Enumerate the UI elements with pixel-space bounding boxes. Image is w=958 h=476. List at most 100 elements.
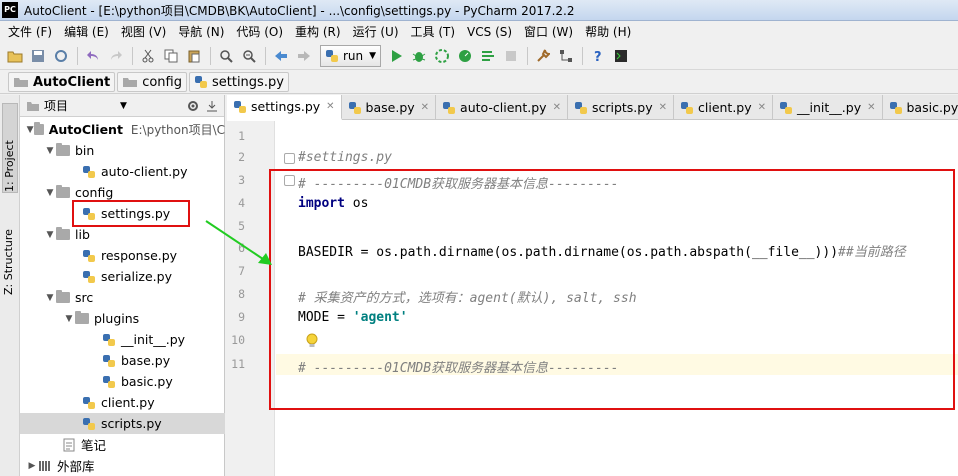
run-icon[interactable] bbox=[385, 45, 407, 67]
cut-icon[interactable] bbox=[137, 45, 159, 67]
tree-item-external-libraries[interactable]: ▶ 外部库 bbox=[20, 455, 225, 476]
tab-basic-py[interactable]: basic.py ✕ bbox=[883, 95, 958, 120]
menu-view[interactable]: 视图 (V) bbox=[115, 23, 172, 40]
tree-root-autoclient[interactable]: ▼ AutoClient E:\python项目\C bbox=[20, 119, 225, 140]
code-editor[interactable]: #settings.py # ---------01CMDB获取服务器基本信息-… bbox=[276, 121, 958, 476]
tree-item-bin[interactable]: ▼ bin bbox=[20, 140, 225, 161]
tab-settings-py[interactable]: settings.py ✕ bbox=[227, 95, 342, 120]
breadcrumb-config[interactable]: config bbox=[117, 72, 187, 92]
profile-icon[interactable] bbox=[454, 45, 476, 67]
forward-icon[interactable] bbox=[293, 45, 315, 67]
fold-marker-icon[interactable] bbox=[284, 153, 295, 164]
chevron-down-icon[interactable]: ▼ bbox=[120, 101, 127, 111]
folder-icon bbox=[56, 290, 70, 303]
structure-icon[interactable] bbox=[555, 45, 577, 67]
menu-code[interactable]: 代码 (O) bbox=[230, 23, 289, 40]
menu-edit[interactable]: 编辑 (E) bbox=[58, 23, 115, 40]
expand-arrow-icon[interactable]: ▼ bbox=[26, 125, 34, 135]
tree-item-label: base.py bbox=[121, 353, 171, 368]
expand-arrow-icon[interactable]: ▼ bbox=[44, 230, 56, 240]
tree-item-settings-py[interactable]: settings.py bbox=[20, 203, 225, 224]
find-icon[interactable] bbox=[215, 45, 237, 67]
folder-icon bbox=[56, 143, 70, 156]
tree-item-plugins[interactable]: ▼ plugins bbox=[20, 308, 225, 329]
tab-client-py[interactable]: client.py ✕ bbox=[674, 95, 774, 120]
tree-item-serialize-py[interactable]: serialize.py bbox=[20, 266, 225, 287]
tree-item-base-py[interactable]: base.py bbox=[20, 350, 225, 371]
code-line-4-rest: os bbox=[344, 196, 369, 211]
tree-item-config[interactable]: ▼ config bbox=[20, 182, 225, 203]
line-number-gutter: 1 2 3 4 5 6 7 8 9 10 11 bbox=[227, 121, 275, 476]
tree-item-scripts-py[interactable]: scripts.py bbox=[20, 413, 225, 434]
tree-item-lib[interactable]: ▼ lib bbox=[20, 224, 225, 245]
line-number: 4 bbox=[238, 196, 245, 210]
synchronize-icon[interactable] bbox=[50, 45, 72, 67]
tree-item-label: src bbox=[75, 290, 94, 305]
project-panel-header: 项目 ▼ bbox=[20, 95, 224, 117]
run-configuration-select[interactable]: run ▼ bbox=[320, 44, 382, 67]
tree-item-src[interactable]: ▼ src bbox=[20, 287, 225, 308]
tab-scripts-py[interactable]: scripts.py ✕ bbox=[568, 95, 674, 120]
tree-item-auto-client-py[interactable]: auto-client.py bbox=[20, 161, 225, 182]
tree-item-notes[interactable]: 笔记 bbox=[20, 434, 225, 455]
expand-arrow-icon[interactable]: ▼ bbox=[44, 146, 56, 156]
hide-panel-icon[interactable] bbox=[206, 99, 218, 113]
breadcrumb-file[interactable]: settings.py bbox=[188, 72, 289, 92]
expand-arrow-icon[interactable]: ▼ bbox=[44, 188, 56, 198]
help-icon[interactable]: ? bbox=[587, 45, 609, 67]
close-icon[interactable]: ✕ bbox=[659, 102, 667, 113]
tab-init-py[interactable]: __init__.py ✕ bbox=[773, 95, 883, 120]
back-icon[interactable] bbox=[270, 45, 292, 67]
settings-wrench-icon[interactable] bbox=[532, 45, 554, 67]
menu-window[interactable]: 窗口 (W) bbox=[518, 23, 579, 40]
close-icon[interactable]: ✕ bbox=[326, 101, 334, 112]
python-file-icon bbox=[103, 354, 115, 367]
structure-tool-window-tab[interactable]: Z: Structure bbox=[2, 203, 18, 295]
run-with-coverage-icon[interactable] bbox=[431, 45, 453, 67]
open-folder-icon[interactable] bbox=[4, 45, 26, 67]
copy-icon[interactable] bbox=[160, 45, 182, 67]
expand-arrow-icon[interactable]: ▼ bbox=[44, 293, 56, 303]
close-icon[interactable]: ✕ bbox=[553, 102, 561, 113]
breadcrumb-project[interactable]: AutoClient bbox=[8, 72, 116, 92]
concurrency-diagram-icon[interactable] bbox=[477, 45, 499, 67]
expand-arrow-icon[interactable]: ▶ bbox=[26, 461, 38, 471]
close-icon[interactable]: ✕ bbox=[758, 102, 766, 113]
paste-icon[interactable] bbox=[183, 45, 205, 67]
line-number: 8 bbox=[238, 287, 245, 301]
python-console-icon[interactable] bbox=[610, 45, 632, 67]
tab-auto-client-py[interactable]: auto-client.py ✕ bbox=[436, 95, 568, 120]
undo-icon[interactable] bbox=[82, 45, 104, 67]
line-number: 6 bbox=[238, 241, 245, 255]
stop-icon[interactable] bbox=[500, 45, 522, 67]
python-file-icon bbox=[83, 270, 95, 283]
tree-item-response-py[interactable]: response.py bbox=[20, 245, 225, 266]
project-view-selector[interactable]: 项目 bbox=[44, 97, 68, 114]
python-file-icon bbox=[234, 100, 246, 113]
tree-item-client-py[interactable]: client.py bbox=[20, 392, 225, 413]
expand-arrow-icon[interactable]: ▼ bbox=[63, 314, 75, 324]
menu-tools[interactable]: 工具 (T) bbox=[405, 23, 462, 40]
menu-navigate[interactable]: 导航 (N) bbox=[172, 23, 230, 40]
tab-base-py[interactable]: base.py ✕ bbox=[342, 95, 437, 120]
menu-file[interactable]: 文件 (F) bbox=[2, 23, 58, 40]
close-icon[interactable]: ✕ bbox=[867, 102, 875, 113]
menu-refactor[interactable]: 重构 (R) bbox=[289, 23, 347, 40]
fold-marker-icon[interactable] bbox=[284, 175, 295, 186]
debug-icon[interactable] bbox=[408, 45, 430, 67]
menu-run[interactable]: 运行 (U) bbox=[347, 23, 405, 40]
close-icon[interactable]: ✕ bbox=[421, 102, 429, 113]
tree-item-basic-py[interactable]: basic.py bbox=[20, 371, 225, 392]
left-tool-strip: 1: Project Z: Structure bbox=[0, 95, 20, 476]
lightbulb-intention-icon[interactable] bbox=[305, 333, 319, 349]
tree-item-init-py[interactable]: __init__.py bbox=[20, 329, 225, 350]
redo-icon[interactable] bbox=[105, 45, 127, 67]
menu-help[interactable]: 帮助 (H) bbox=[579, 23, 637, 40]
pycharm-logo-icon: PC bbox=[2, 2, 18, 18]
menu-vcs[interactable]: VCS (S) bbox=[461, 25, 518, 39]
project-tool-window-tab[interactable]: 1: Project bbox=[2, 103, 18, 193]
tree-item-label: config bbox=[75, 185, 114, 200]
gear-icon[interactable] bbox=[186, 99, 200, 113]
save-all-icon[interactable] bbox=[27, 45, 49, 67]
replace-icon[interactable] bbox=[238, 45, 260, 67]
